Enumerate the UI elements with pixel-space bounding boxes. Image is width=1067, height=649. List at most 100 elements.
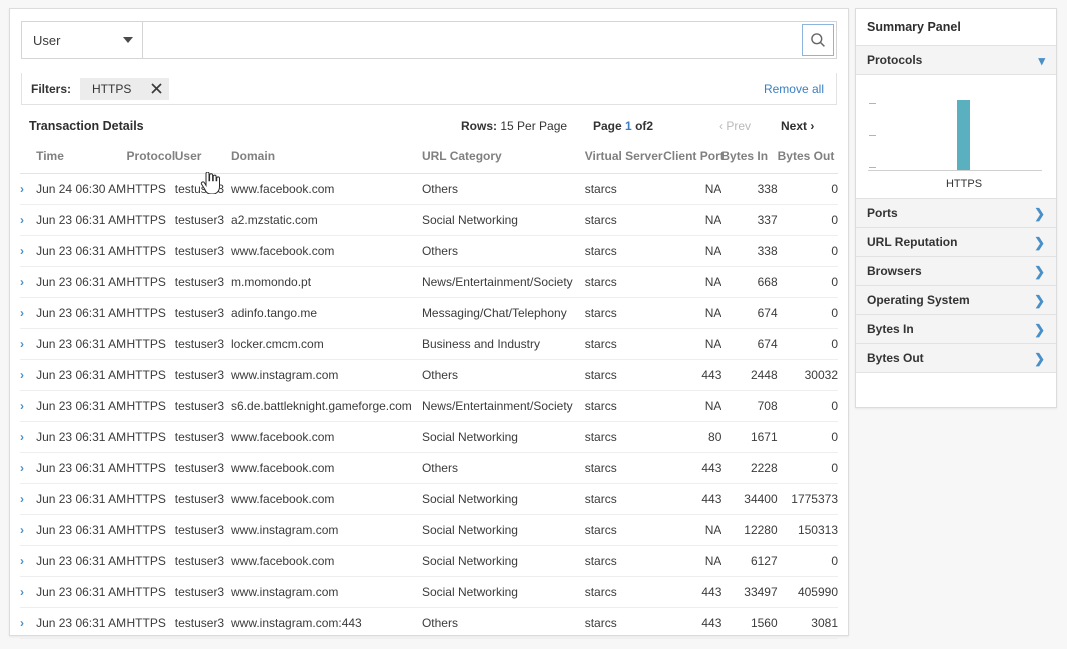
accordion-label: Operating System [867,293,970,307]
cell-user: testuser3 [175,577,231,608]
cell-time: Jun 23 06:31 AM [36,298,126,329]
close-icon[interactable] [143,78,169,100]
cell-client-port: NA [663,236,721,267]
cell-virtual-server: starcs [585,267,663,298]
table-row[interactable]: ›Jun 24 06:30 AMHTTPStestuser3www.facebo… [20,174,838,205]
row-expand-button[interactable]: › [20,422,36,453]
row-expand-button[interactable]: › [20,360,36,391]
cell-virtual-server: starcs [585,546,663,577]
row-expand-button[interactable]: › [20,546,36,577]
table-row[interactable]: ›Jun 23 06:31 AMHTTPStestuser3a2.mzstati… [20,205,838,236]
chevron-right-icon: ❯ [1034,236,1045,249]
accordion-label: Bytes Out [867,351,924,365]
cell-domain: s6.de.battleknight.gameforge.com [231,391,422,422]
cell-domain: www.facebook.com [231,174,422,205]
row-expand-button[interactable]: › [20,236,36,267]
column-header-bytes-in[interactable]: Bytes In [721,149,777,174]
accordion-header-operating-system[interactable]: Operating System❯ [856,286,1056,315]
table-row[interactable]: ›Jun 23 06:31 AMHTTPStestuser3locker.cmc… [20,329,838,360]
cell-virtual-server: starcs [585,298,663,329]
row-expand-button[interactable]: › [20,298,36,329]
protocols-chart-panel: HTTPS [856,75,1056,199]
cell-time: Jun 23 06:31 AM [36,267,126,298]
table-row[interactable]: ›Jun 23 06:31 AMHTTPStestuser3www.facebo… [20,546,838,577]
row-expand-button[interactable]: › [20,515,36,546]
column-header-protocol[interactable]: Protocol [127,149,175,174]
cell-url-category: Business and Industry [422,329,585,360]
cell-bytes-out: 0 [778,298,838,329]
cell-bytes-in: 668 [721,267,777,298]
rows-per-page-value: 15 Per Page [500,119,567,133]
filter-chip: HTTPS [80,78,169,100]
table-row[interactable]: ›Jun 23 06:31 AMHTTPStestuser3www.facebo… [20,453,838,484]
column-header-domain[interactable]: Domain [231,149,422,174]
row-expand-button[interactable]: › [20,484,36,515]
row-expand-button[interactable]: › [20,453,36,484]
bar-https[interactable] [957,100,970,170]
table-row[interactable]: ›Jun 23 06:31 AMHTTPStestuser3s6.de.batt… [20,391,838,422]
page-label: Page [593,119,622,133]
table-row[interactable]: ›Jun 23 06:31 AMHTTPStestuser3www.instag… [20,608,838,639]
table-row[interactable]: ›Jun 23 06:31 AMHTTPStestuser3www.facebo… [20,236,838,267]
accordion-header-protocols[interactable]: Protocols ▾ [856,46,1056,75]
row-expand-button[interactable]: › [20,391,36,422]
cell-url-category: Social Networking [422,484,585,515]
accordion-header-url-reputation[interactable]: URL Reputation❯ [856,228,1056,257]
column-header-time[interactable]: Time [36,149,126,174]
cell-protocol: HTTPS [127,174,175,205]
cell-url-category: Social Networking [422,577,585,608]
table-row[interactable]: ›Jun 23 06:31 AMHTTPStestuser3www.instag… [20,360,838,391]
cell-time: Jun 23 06:31 AM [36,484,126,515]
column-header-url-category[interactable]: URL Category [422,149,585,174]
table-row[interactable]: ›Jun 23 06:31 AMHTTPStestuser3www.facebo… [20,422,838,453]
row-expand-button[interactable]: › [20,174,36,205]
y-axis-tick [869,135,876,136]
chevron-right-icon: › [20,369,24,381]
column-header-virtual-server[interactable]: Virtual Server [585,149,663,174]
cell-virtual-server: starcs [585,360,663,391]
column-header-user[interactable]: User [175,149,231,174]
cell-virtual-server: starcs [585,174,663,205]
cell-protocol: HTTPS [127,484,175,515]
chevron-right-icon: ❯ [1034,207,1045,220]
rows-per-page[interactable]: Rows: 15 Per Page [461,119,567,133]
cell-bytes-out: 0 [778,453,838,484]
table-row[interactable]: ›Jun 23 06:31 AMHTTPStestuser3www.instag… [20,515,838,546]
cell-user: testuser3 [175,422,231,453]
cell-virtual-server: starcs [585,577,663,608]
prev-page-button[interactable]: ‹ Prev [719,119,751,133]
table-row[interactable]: ›Jun 23 06:31 AMHTTPStestuser3www.facebo… [20,484,838,515]
search-input[interactable] [143,22,836,58]
row-expand-button[interactable]: › [20,267,36,298]
search-field-dropdown[interactable]: User [21,21,143,59]
cell-protocol: HTTPS [127,236,175,267]
table-row[interactable]: ›Jun 23 06:31 AMHTTPStestuser3adinfo.tan… [20,298,838,329]
summary-panel-title: Summary Panel [856,9,1056,46]
accordion-header-bytes-out[interactable]: Bytes Out❯ [856,344,1056,373]
row-expand-button[interactable]: › [20,577,36,608]
row-expand-button[interactable]: › [20,608,36,639]
cell-bytes-out: 0 [778,174,838,205]
row-expand-button[interactable]: › [20,329,36,360]
accordion-header-bytes-in[interactable]: Bytes In❯ [856,315,1056,344]
column-header-client-port[interactable]: Client Port [663,149,721,174]
cell-user: testuser3 [175,236,231,267]
accordion-header-browsers[interactable]: Browsers❯ [856,257,1056,286]
search-button[interactable] [802,24,834,56]
table-row[interactable]: ›Jun 23 06:31 AMHTTPStestuser3www.instag… [20,577,838,608]
cell-time: Jun 23 06:31 AM [36,205,126,236]
search-icon [810,32,826,48]
accordion-header-ports[interactable]: Ports❯ [856,199,1056,228]
column-header-bytes-out[interactable]: Bytes Out [778,149,838,174]
next-page-button[interactable]: Next › [781,119,814,133]
page-indicator: Page 1 of2 [593,119,653,133]
table-row[interactable]: ›Jun 23 06:31 AMHTTPStestuser3m.momondo.… [20,267,838,298]
cell-domain: adinfo.tango.me [231,298,422,329]
chevron-right-icon: › [810,119,814,133]
cell-domain: www.facebook.com [231,546,422,577]
cell-url-category: Social Networking [422,515,585,546]
remove-all-filters-link[interactable]: Remove all [764,82,824,96]
row-expand-button[interactable]: › [20,205,36,236]
cell-client-port: NA [663,391,721,422]
cell-url-category: Social Networking [422,546,585,577]
